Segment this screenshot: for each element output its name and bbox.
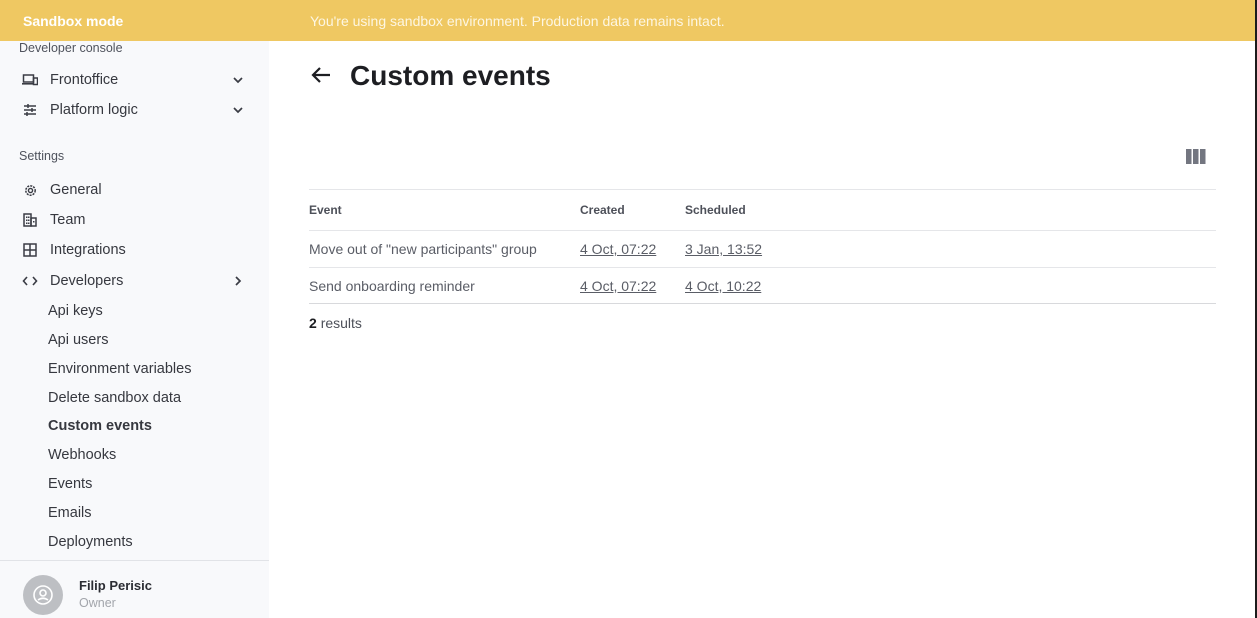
arrow-left-icon [311,67,330,83]
column-header-created[interactable]: Created [580,190,625,230]
sidebar-subitem-custom-events[interactable]: Custom events [48,418,152,434]
main-content: Custom events Event Created Scheduled Mo… [269,41,1255,618]
building-icon [22,212,38,228]
user-icon [33,585,53,605]
avatar[interactable] [23,575,63,615]
chevron-right-icon[interactable] [231,274,245,288]
created-link[interactable]: 4 Oct, 07:22 [580,278,656,294]
event-name: Send onboarding reminder [309,277,475,294]
user-name: Filip Perisic [79,578,152,593]
results-label: results [320,315,362,331]
sidebar-item-integrations[interactable]: Integrations [0,236,269,264]
developer-console-label: Developer console [19,41,123,55]
sandbox-banner: Sandbox mode You're using sandbox enviro… [0,0,1257,41]
sidebar-item-label: Integrations [50,242,126,258]
created-link[interactable]: 4 Oct, 07:22 [580,241,656,257]
column-header-event[interactable]: Event [309,190,342,230]
grid-icon [22,242,38,258]
event-name: Move out of "new participants" group [309,241,537,257]
sidebar-item-label: Team [50,212,86,228]
sidebar-item-team[interactable]: Team [0,206,269,234]
user-profile[interactable]: Filip Perisic Owner [0,560,269,618]
sidebar-subitem-emails[interactable]: Emails [48,505,92,521]
back-button[interactable] [309,63,335,89]
code-icon [22,273,38,289]
chevron-down-icon[interactable] [231,73,245,87]
gear-icon [22,182,38,198]
table-header: Event Created Scheduled [309,189,1216,230]
scheduled-link[interactable]: 4 Oct, 10:22 [685,278,761,294]
sidebar-subitem-events[interactable]: Events [48,476,92,492]
results-count: 2 [309,315,317,331]
page-title: Custom events [350,60,551,91]
sidebar-item-general[interactable]: General [0,176,269,204]
results-summary: 2 results [309,315,362,331]
columns-toggle-button[interactable] [1186,149,1206,165]
scheduled-link[interactable]: 3 Jan, 13:52 [685,241,762,257]
custom-events-table: Event Created Scheduled Move out of "new… [309,189,1216,304]
sidebar-subitem-deployments[interactable]: Deployments [48,534,133,550]
column-header-scheduled[interactable]: Scheduled [685,190,746,230]
sidebar-item-label: Frontoffice [50,72,119,88]
table-row[interactable]: Send onboarding reminder 4 Oct, 07:22 4 … [309,267,1216,304]
sliders-icon [22,102,38,118]
banner-message: You're using sandbox environment. Produc… [310,12,725,29]
devices-icon [22,72,38,88]
sidebar-item-label: Developers [50,273,124,289]
banner-title: Sandbox mode [23,12,124,29]
sidebar-item-label: General [50,182,102,198]
sidebar-subitem-environment-variables[interactable]: Environment variables [48,361,191,377]
sidebar-subitem-api-users[interactable]: Api users [48,332,108,348]
table-row[interactable]: Move out of "new participants" group 4 O… [309,230,1216,267]
sidebar-item-frontoffice[interactable]: Frontoffice [0,66,269,94]
columns-icon [1186,149,1206,164]
chevron-down-icon[interactable] [231,103,245,117]
user-role: Owner [79,596,116,610]
settings-label: Settings [19,149,65,163]
sidebar: Developer console Frontoffice Platform l… [0,41,269,618]
sidebar-item-platform-logic[interactable]: Platform logic [0,96,269,124]
sidebar-item-developers[interactable]: Developers [0,267,269,295]
sidebar-subitem-api-keys[interactable]: Api keys [48,303,103,319]
sidebar-subitem-delete-sandbox-data[interactable]: Delete sandbox data [48,390,181,406]
sidebar-subitem-webhooks[interactable]: Webhooks [48,447,116,463]
sidebar-item-label: Platform logic [50,102,138,118]
